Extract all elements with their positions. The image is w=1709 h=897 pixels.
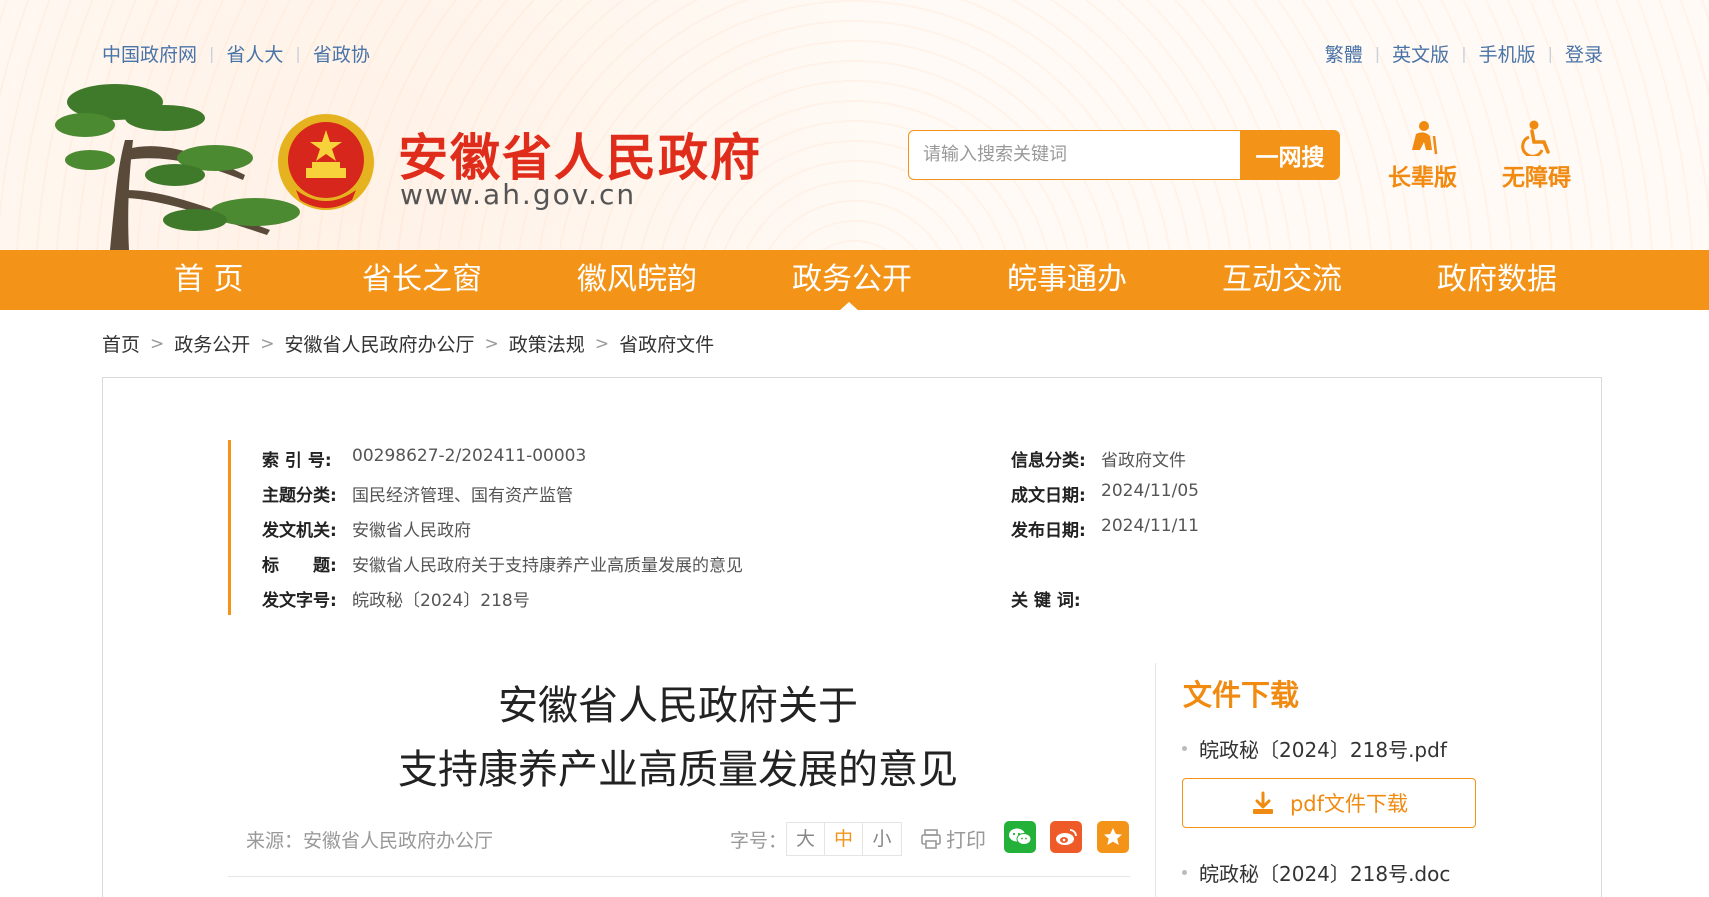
downloads-title: 文件下载 (1183, 678, 1300, 712)
font-size-label: 字号： (730, 830, 788, 852)
printer-icon (921, 828, 941, 849)
nav-home[interactable]: 首 页 (174, 250, 244, 310)
meta-category: 信息分类: 省政府文件 (1011, 451, 1186, 471)
separator: | (1547, 44, 1553, 63)
nav-gov-affairs[interactable]: 政务公开 (792, 250, 912, 310)
main-nav: 首 页 省长之窗 徽风皖韵 政务公开 皖事通办 互动交流 政府数据 (0, 250, 1709, 310)
chevron-right-icon: > (594, 333, 610, 354)
nav-governor[interactable]: 省长之窗 (362, 250, 482, 310)
favorite-button[interactable] (1097, 821, 1129, 853)
meta-keywords: 关 键 词: (1011, 591, 1081, 611)
meta-issuer: 发文机关: 安徽省人民政府 (262, 521, 471, 541)
elder-person-icon (1411, 121, 1437, 155)
font-size-large-button[interactable]: 大 (787, 823, 825, 855)
search-input[interactable]: 请输入搜索关键词 (908, 130, 1240, 180)
separator: | (1374, 44, 1381, 63)
article-title: 安徽省人民政府关于 支持康养产业高质量发展的意见 (228, 674, 1128, 802)
link-login[interactable]: 登录 (1565, 40, 1603, 67)
weibo-icon (1056, 829, 1077, 845)
print-label: 打印 (946, 828, 986, 852)
download-doc-name: 皖政秘〔2024〕218号.doc (1199, 862, 1451, 886)
article-title-line1: 安徽省人民政府关于 (498, 683, 858, 729)
accessibility-button[interactable]: 无障碍 (1502, 120, 1571, 192)
wheelchair-icon (1520, 120, 1550, 156)
share-wechat-button[interactable] (1004, 821, 1036, 853)
breadcrumb-office[interactable]: 安徽省人民政府办公厅 (285, 330, 475, 357)
meta-title: 标 题: 安徽省人民政府关于支持康养产业高质量发展的意见 (262, 556, 743, 576)
chevron-right-icon: > (150, 333, 165, 354)
nav-culture[interactable]: 徽风皖韵 (577, 250, 697, 310)
article-source: 来源：安徽省人民政府办公厅 (246, 830, 494, 852)
bullet-icon (1182, 870, 1187, 875)
link-traditional-chinese[interactable]: 繁體 (1325, 40, 1363, 67)
separator: | (295, 44, 301, 63)
meta-published: 发布日期: 2024/11/11 (1011, 516, 1199, 541)
wechat-icon (1009, 828, 1032, 845)
top-links-left: 中国政府网 | 省人大 | 省政协 (102, 40, 370, 67)
bullet-icon (1182, 746, 1187, 751)
link-english[interactable]: 英文版 (1392, 40, 1449, 67)
divider (228, 876, 1130, 877)
elder-mode-button[interactable]: 长辈版 (1388, 120, 1457, 192)
nav-gov-data[interactable]: 政府数据 (1437, 250, 1557, 310)
meta-docno: 发文字号: 皖政秘〔2024〕218号 (262, 591, 530, 611)
download-pdf-item[interactable]: 皖政秘〔2024〕218号.pdf (1182, 734, 1447, 763)
breadcrumb-policies[interactable]: 政策法规 (509, 330, 585, 357)
separator: | (1461, 44, 1467, 63)
meta-index: 索 引 号: 00298627-2/202411-00003 (262, 446, 587, 471)
font-size-medium-button[interactable]: 中 (825, 823, 863, 855)
elder-mode-label: 长辈版 (1388, 165, 1457, 191)
font-size-small-button[interactable]: 小 (863, 823, 901, 855)
nav-services[interactable]: 皖事通办 (1007, 250, 1127, 310)
top-links-right: 繁體 | 英文版 | 手机版 | 登录 (1325, 40, 1603, 67)
chevron-right-icon: > (260, 333, 275, 354)
accessibility-label: 无障碍 (1502, 165, 1571, 191)
chevron-right-icon: > (484, 333, 499, 354)
meta-topic: 主题分类: 国民经济管理、国有资产监管 (262, 486, 573, 506)
national-emblem-icon (278, 114, 374, 210)
pdf-download-label: pdf文件下载 (1289, 792, 1409, 816)
download-pdf-name: 皖政秘〔2024〕218号.pdf (1199, 738, 1447, 762)
pine-tree-icon (55, 84, 300, 250)
site-url: www.ah.gov.cn (400, 178, 637, 211)
document-meta: 索 引 号: 00298627-2/202411-00003 信息分类: 省政府… (228, 440, 1528, 615)
nav-active-indicator (839, 302, 859, 311)
star-icon (1104, 828, 1122, 845)
vertical-divider (1155, 663, 1156, 897)
meta-created: 成文日期: 2024/11/05 (1011, 481, 1199, 506)
separator: | (209, 44, 215, 63)
link-gov-cn[interactable]: 中国政府网 (102, 40, 197, 67)
print-button[interactable]: 打印 (920, 824, 986, 853)
nav-interaction[interactable]: 互动交流 (1222, 250, 1342, 310)
breadcrumb-gov-docs[interactable]: 省政府文件 (619, 330, 714, 357)
article-title-line2: 支持康养产业高质量发展的意见 (398, 747, 958, 793)
pdf-download-button[interactable]: pdf文件下载 (1182, 778, 1476, 828)
breadcrumb-home[interactable]: 首页 (102, 330, 140, 357)
search-button[interactable]: 一网搜 (1240, 130, 1340, 180)
link-mobile[interactable]: 手机版 (1479, 40, 1536, 67)
link-provincial-congress[interactable]: 省人大 (226, 40, 283, 67)
breadcrumb-gov-affairs[interactable]: 政务公开 (174, 330, 250, 357)
site-header: 中国政府网 | 省人大 | 省政协 繁體 | 英文版 | 手机版 | 登录 安徽… (0, 0, 1709, 250)
download-doc-item[interactable]: 皖政秘〔2024〕218号.doc (1182, 858, 1450, 887)
link-provincial-cppcc[interactable]: 省政协 (313, 40, 370, 67)
share-weibo-button[interactable] (1050, 821, 1082, 853)
font-size-switcher: 大 中 小 (786, 822, 902, 856)
breadcrumb: 首页 > 政务公开 > 安徽省人民政府办公厅 > 政策法规 > 省政府文件 (102, 330, 714, 357)
download-icon (1252, 791, 1273, 814)
